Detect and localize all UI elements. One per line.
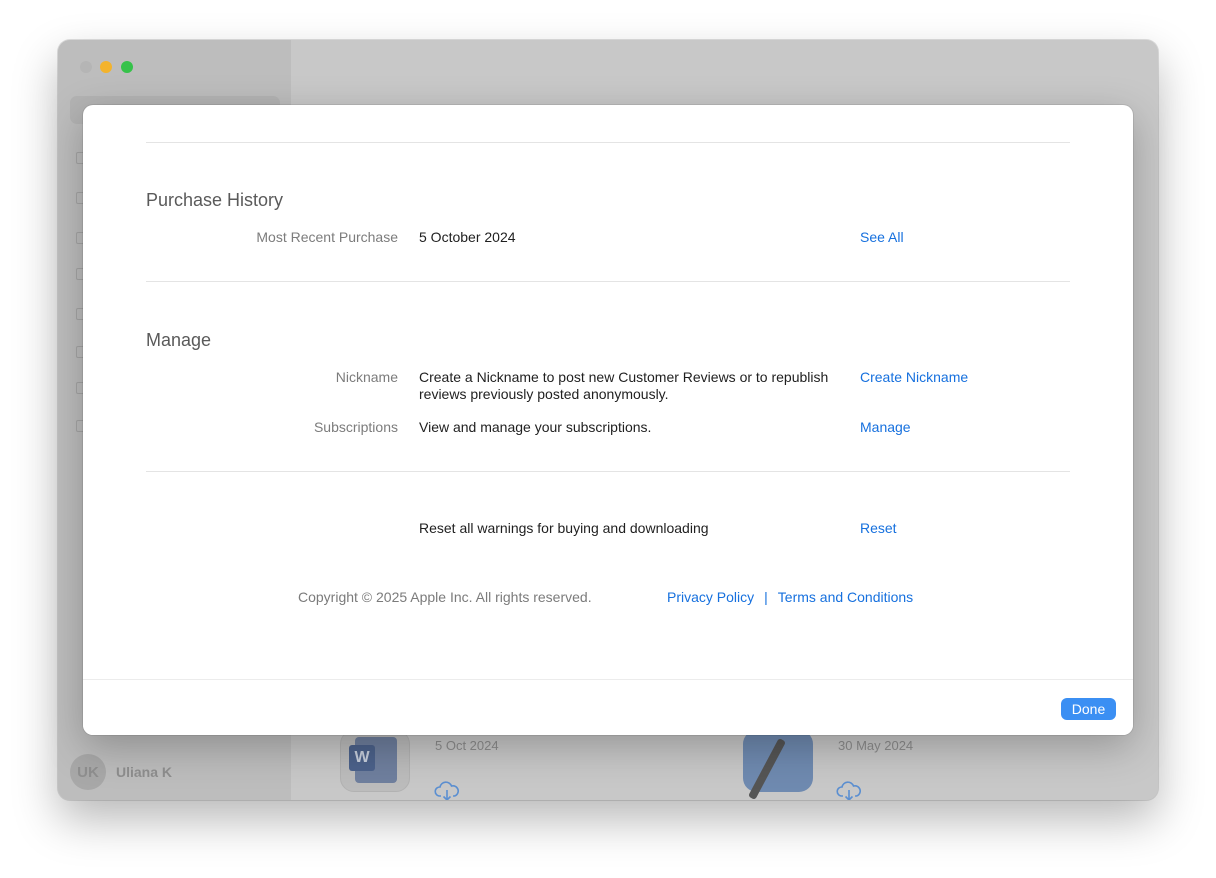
nickname-label: Nickname [335, 369, 398, 385]
most-recent-purchase-label: Most Recent Purchase [256, 229, 398, 245]
dialog-button-bar: Done [83, 679, 1133, 735]
most-recent-purchase-value: 5 October 2024 [419, 229, 516, 245]
subscriptions-description: View and manage your subscriptions. [419, 419, 652, 435]
manage-title: Manage [146, 330, 212, 350]
nickname-description: Create a Nickname to post new Customer R… [419, 369, 829, 402]
privacy-policy-link[interactable]: Privacy Policy [667, 589, 754, 605]
microsoft-word-icon[interactable]: W [340, 730, 410, 792]
user-name: Uliana K [116, 764, 173, 780]
xcode-icon[interactable] [743, 730, 813, 800]
account-settings-dialog: Purchase History Most Recent Purchase 5 … [83, 105, 1133, 735]
word-letter: W [349, 745, 375, 771]
subscriptions-label: Subscriptions [313, 419, 398, 435]
app-purchase-date: 30 May 2024 [838, 738, 914, 753]
reset-link[interactable]: Reset [860, 520, 897, 536]
manage-subscriptions-link[interactable]: Manage [860, 419, 911, 435]
cloud-download-icon[interactable] [434, 780, 460, 800]
reset-warnings-description: Reset all warnings for buying and downlo… [419, 520, 709, 536]
account-row[interactable]: UK Uliana K [70, 754, 172, 790]
see-all-link[interactable]: See All [860, 229, 904, 245]
create-nickname-link[interactable]: Create Nickname [860, 369, 968, 385]
window-close-button[interactable] [80, 61, 92, 73]
copyright-text: Copyright © 2025 Apple Inc. All rights r… [298, 589, 592, 605]
window-minimize-button[interactable] [100, 61, 112, 73]
divider [146, 471, 1070, 472]
divider [146, 142, 1070, 143]
window-zoom-button[interactable] [121, 61, 133, 73]
app-purchase-date: 5 Oct 2024 [435, 738, 499, 753]
footer-separator: | [764, 589, 768, 605]
footer-links: Privacy Policy | Terms and Conditions [667, 589, 913, 605]
purchase-history-title: Purchase History [146, 190, 284, 210]
avatar: UK [70, 754, 106, 790]
hammer-icon [747, 737, 787, 800]
cloud-download-icon[interactable] [836, 780, 862, 800]
done-button[interactable]: Done [1061, 698, 1116, 720]
divider [146, 281, 1070, 282]
terms-and-conditions-link[interactable]: Terms and Conditions [778, 589, 913, 605]
